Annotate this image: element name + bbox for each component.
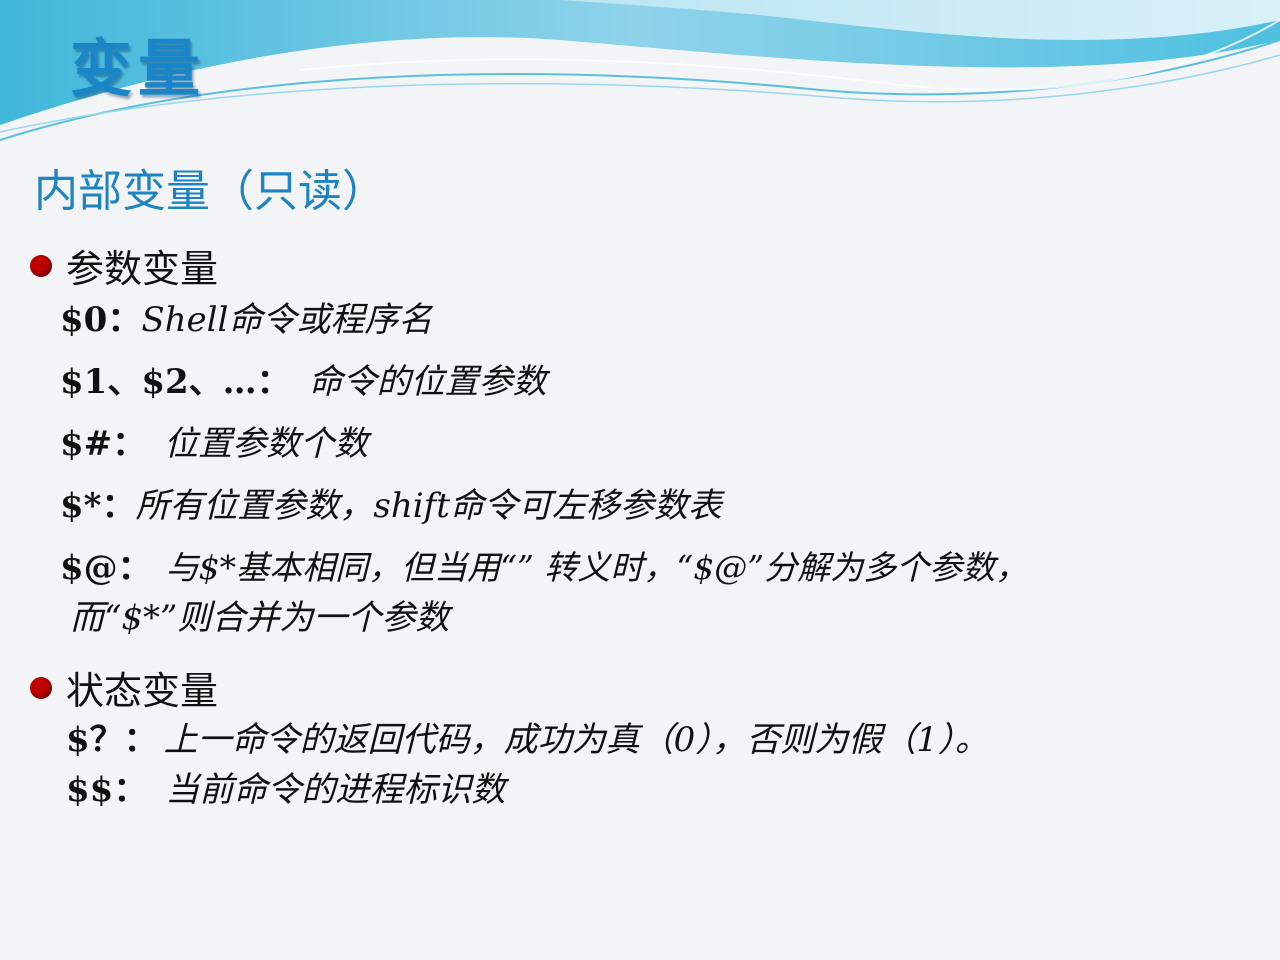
list-item: $？： 上一命令的返回代码，成功为真（0），否则为假（1）。 bbox=[66, 720, 989, 761]
list-item: $$： 当前命令的进程标识数 bbox=[66, 770, 505, 811]
variable-key: $@： bbox=[60, 548, 152, 588]
bullet-dot-icon bbox=[30, 254, 52, 277]
slide: 变量 内部变量（只读） 参数变量 $0：Shell命令或程序名 $1、$2、…：… bbox=[0, 0, 1280, 960]
section-heading-status-variables: 状态变量 bbox=[30, 660, 218, 715]
variable-key: $$： bbox=[66, 770, 148, 810]
variable-key: $1、$2、…： bbox=[60, 362, 291, 402]
section-heading-label: 状态变量 bbox=[66, 669, 219, 713]
variable-description: 当前命令的进程标识数 bbox=[165, 770, 506, 810]
variable-description: Shell命令或程序名 bbox=[141, 300, 433, 340]
list-item: $0：Shell命令或程序名 bbox=[60, 300, 432, 341]
list-item: $*：所有位置参数，shift命令可左移参数表 bbox=[60, 486, 722, 527]
section-heading-label: 参数变量 bbox=[66, 247, 219, 291]
variable-key: $#： bbox=[60, 424, 147, 464]
variable-key: $？： bbox=[66, 720, 158, 760]
list-item: $#： 位置参数个数 bbox=[60, 424, 368, 465]
list-item: $@： 与$*基本相同，但当用“” 转义时，“$@”分解为多个参数， bbox=[60, 548, 1028, 589]
variable-description: 所有位置参数，shift命令可左移参数表 bbox=[135, 486, 722, 526]
variable-description: 上一命令的返回代码，成功为真（0），否则为假（1）。 bbox=[163, 720, 989, 760]
section-heading-parameter-variables: 参数变量 bbox=[30, 238, 218, 293]
variable-description: 与$*基本相同，但当用“” 转义时，“$@”分解为多个参数， bbox=[165, 548, 1029, 587]
slide-subtitle: 内部变量（只读） bbox=[34, 166, 386, 217]
variable-description: 命令的位置参数 bbox=[308, 362, 547, 402]
list-item: $1、$2、…： 命令的位置参数 bbox=[60, 362, 547, 403]
variable-key: $0： bbox=[60, 300, 142, 340]
variable-description: 位置参数个数 bbox=[164, 424, 369, 464]
variable-key: $*： bbox=[60, 486, 136, 526]
slide-title: 变量 bbox=[70, 32, 207, 105]
variable-description-continued: 而“$*”则合并为一个参数 bbox=[70, 598, 450, 638]
bullet-dot-icon bbox=[30, 676, 52, 699]
